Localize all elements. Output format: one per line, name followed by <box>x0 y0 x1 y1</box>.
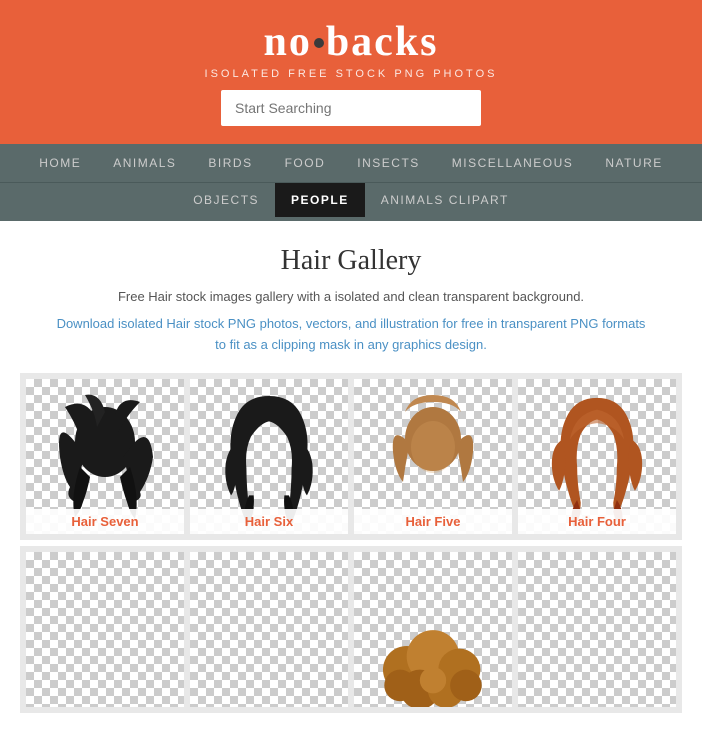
nav-people[interactable]: PEOPLE <box>275 183 365 217</box>
nav-food[interactable]: FOOD <box>269 144 342 182</box>
search-input[interactable] <box>221 90 481 126</box>
nav-insects[interactable]: INSECTS <box>341 144 436 182</box>
search-bar-wrap <box>0 90 702 126</box>
nav-secondary: OBJECTS PEOPLE ANIMALS CLIPART <box>0 182 702 221</box>
gallery-item-hair-five[interactable]: Hair Five <box>354 379 512 534</box>
nav-animals[interactable]: ANIMALS <box>97 144 192 182</box>
gallery-item-hair-four[interactable]: Hair Four <box>518 379 676 534</box>
tagline: Isolated Free Stock PNG Photos <box>0 68 702 80</box>
nav-birds[interactable]: BIRDS <box>192 144 268 182</box>
hair-three-image <box>354 552 512 707</box>
gallery-grid: Hair Seven Hair Six <box>20 373 682 540</box>
gallery-title: Hair Gallery <box>20 245 682 277</box>
gallery-grid-row2 <box>20 546 682 713</box>
logo[interactable]: nobacks <box>0 18 702 66</box>
gallery-desc: Free Hair stock images gallery with a is… <box>51 287 651 308</box>
hair-seven-label: Hair Seven <box>26 509 184 534</box>
gallery-desc-link: Download isolated Hair stock PNG photos,… <box>51 314 651 356</box>
gallery-item-hair-seven[interactable]: Hair Seven <box>26 379 184 534</box>
nav-animals-clipart[interactable]: ANIMALS CLIPART <box>365 183 525 217</box>
gallery-item-hair-three[interactable] <box>354 552 512 707</box>
gallery-item-empty1 <box>26 552 184 707</box>
nav-home[interactable]: HOME <box>23 144 97 182</box>
empty-image-2 <box>190 552 348 707</box>
nav-primary: HOME ANIMALS BIRDS FOOD INSECTS MISCELLA… <box>0 144 702 182</box>
nav-nature[interactable]: NATURE <box>589 144 678 182</box>
nav-miscellaneous[interactable]: MISCELLANEOUS <box>436 144 590 182</box>
hair-four-label: Hair Four <box>518 509 676 534</box>
header: nobacks Isolated Free Stock PNG Photos <box>0 0 702 144</box>
gallery-item-empty2 <box>190 552 348 707</box>
page-content: Hair Gallery Free Hair stock images gall… <box>0 221 702 733</box>
empty-image-1 <box>26 552 184 707</box>
empty-image-3 <box>518 552 676 707</box>
hair-six-label: Hair Six <box>190 509 348 534</box>
hair-five-label: Hair Five <box>354 509 512 534</box>
nav-objects[interactable]: OBJECTS <box>177 183 275 217</box>
gallery-item-empty3 <box>518 552 676 707</box>
gallery-item-hair-six[interactable]: Hair Six <box>190 379 348 534</box>
